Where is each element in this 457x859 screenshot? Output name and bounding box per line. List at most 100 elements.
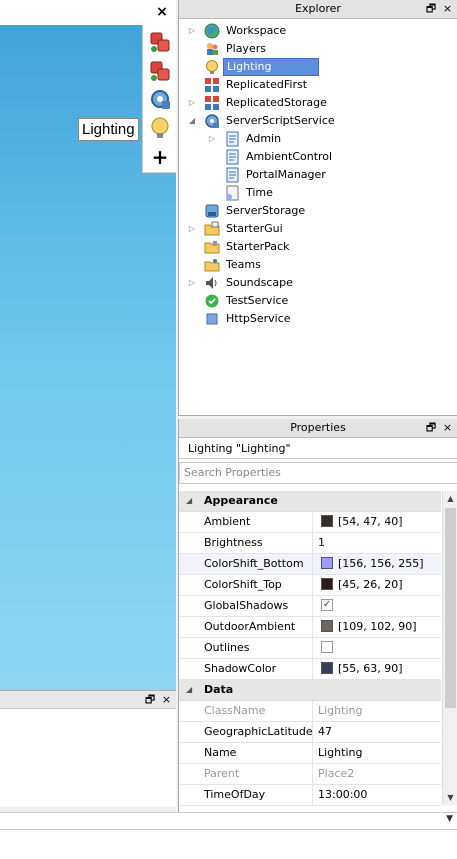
expand-arrow-icon[interactable]: ▷: [207, 130, 217, 148]
property-value[interactable]: [313, 638, 333, 658]
property-value[interactable]: [156, 156, 255]: [313, 554, 424, 574]
tree-item[interactable]: PortalManager: [179, 166, 457, 184]
property-value[interactable]: 1: [313, 533, 325, 553]
property-row[interactable]: Name Lighting: [179, 743, 441, 764]
property-value[interactable]: [55, 63, 90]: [313, 659, 403, 679]
property-row[interactable]: ColorShift_Top [45, 26, 20]: [179, 575, 441, 596]
viewport-close-button[interactable]: ×: [152, 2, 172, 22]
tree-item[interactable]: ▷ StarterGui: [179, 220, 457, 238]
close-icon[interactable]: ×: [441, 0, 454, 18]
tree-item[interactable]: ▷ ReplicatedStorage: [179, 94, 457, 112]
tree-item[interactable]: ▷ Admin: [179, 130, 457, 148]
expand-arrow-icon[interactable]: ▷: [187, 94, 197, 112]
color-swatch[interactable]: [321, 557, 333, 569]
property-value[interactable]: 13:00:00: [313, 785, 367, 805]
tree-item[interactable]: ▷ Workspace: [179, 22, 457, 40]
backpack-icon: [204, 239, 220, 255]
search-properties-input[interactable]: Search Properties: [179, 462, 457, 484]
collapse-arrow-icon[interactable]: ◢: [186, 491, 192, 511]
property-row[interactable]: Ambient [54, 47, 40]: [179, 512, 441, 533]
plus-icon[interactable]: +: [148, 145, 172, 169]
server-script-service-icon: [204, 113, 220, 129]
collapse-arrow-icon[interactable]: ◢: [186, 680, 192, 700]
property-value-text: [109, 102, 90]: [338, 620, 417, 633]
tree-item-label: PortalManager: [246, 168, 326, 181]
property-row[interactable]: ShadowColor [55, 63, 90]: [179, 659, 441, 680]
expand-arrow-icon[interactable]: ▷: [187, 274, 197, 292]
property-category[interactable]: ◢ Data: [179, 680, 441, 701]
float-icon[interactable]: 🗗: [425, 419, 438, 437]
scroll-thumb[interactable]: [445, 508, 456, 708]
property-value[interactable]: [45, 26, 20]: [313, 575, 403, 595]
property-value[interactable]: Lighting: [313, 743, 362, 763]
properties-scrollbar[interactable]: ▲ ▼: [442, 491, 457, 805]
lightbulb-icon[interactable]: [148, 116, 172, 140]
tree-item[interactable]: StarterPack: [179, 238, 457, 256]
property-row[interactable]: Outlines: [179, 638, 441, 659]
expand-arrow-icon[interactable]: ▷: [187, 220, 197, 238]
expand-arrow-icon[interactable]: ▷: [187, 22, 197, 40]
tree-item[interactable]: ▷ Soundscape: [179, 274, 457, 292]
property-name: GeographicLatitude: [179, 722, 313, 742]
color-swatch[interactable]: [321, 620, 333, 632]
chevron-down-icon[interactable]: ▼: [446, 814, 453, 824]
tree-item[interactable]: Players: [179, 40, 457, 58]
property-row[interactable]: GeographicLatitude 47: [179, 722, 441, 743]
property-value[interactable]: [109, 102, 90]: [313, 617, 417, 637]
tree-item-label: Lighting: [223, 58, 319, 76]
tree-item[interactable]: AmbientControl: [179, 148, 457, 166]
tree-item-label: Soundscape: [226, 276, 293, 289]
property-row[interactable]: OutdoorAmbient [109, 102, 90]: [179, 617, 441, 638]
tree-item-label: Teams: [226, 258, 261, 271]
color-swatch[interactable]: [321, 662, 333, 674]
status-area: [0, 830, 457, 859]
property-row[interactable]: ClassName Lighting: [179, 701, 441, 722]
tree-item-label: AmbientControl: [246, 150, 333, 163]
tree-item[interactable]: ◢ ServerScriptService: [179, 112, 457, 130]
property-value[interactable]: 47: [313, 722, 332, 742]
tree-item-label: Workspace: [226, 24, 287, 37]
server-storage-icon: [204, 203, 220, 219]
close-icon[interactable]: ×: [160, 691, 173, 709]
tooltip: Lighting: [78, 118, 139, 141]
scroll-up-icon[interactable]: ▲: [443, 491, 457, 506]
property-name: Brightness: [179, 533, 313, 553]
property-row[interactable]: Parent Place2: [179, 764, 441, 785]
blue-gear-icon[interactable]: [148, 87, 172, 111]
property-checkbox[interactable]: [321, 641, 333, 653]
property-checkbox[interactable]: ✓: [321, 599, 333, 611]
tree-item[interactable]: Teams: [179, 256, 457, 274]
tree-item[interactable]: Time: [179, 184, 457, 202]
http-icon: [204, 311, 220, 327]
command-bar[interactable]: ▼: [0, 812, 457, 830]
property-row[interactable]: GlobalShadows ✓: [179, 596, 441, 617]
color-swatch[interactable]: [321, 515, 333, 527]
tree-item[interactable]: Lighting: [179, 58, 457, 76]
replicated-icon: [204, 77, 220, 93]
tree-item[interactable]: HttpService: [179, 310, 457, 328]
red-blocks-icon[interactable]: [148, 30, 172, 54]
property-value[interactable]: ✓: [313, 596, 333, 616]
color-swatch[interactable]: [321, 578, 333, 590]
tree-item-label: Players: [226, 42, 266, 55]
tree-item[interactable]: ServerStorage: [179, 202, 457, 220]
property-row[interactable]: TimeOfDay 13:00:00: [179, 785, 441, 806]
close-icon[interactable]: ×: [441, 419, 454, 437]
property-value-text: 47: [318, 725, 332, 738]
speaker-icon: [204, 275, 220, 291]
tree-item-label: ServerStorage: [226, 204, 306, 217]
property-row[interactable]: ColorShift_Bottom [156, 156, 255]: [179, 554, 441, 575]
float-icon[interactable]: 🗗: [425, 0, 438, 18]
property-row[interactable]: Brightness 1: [179, 533, 441, 554]
tree-item[interactable]: ReplicatedFirst: [179, 76, 457, 94]
scroll-down-icon[interactable]: ▼: [443, 790, 457, 805]
float-icon[interactable]: 🗗: [144, 691, 157, 709]
collapse-arrow-icon[interactable]: ◢: [187, 112, 197, 130]
property-value[interactable]: [54, 47, 40]: [313, 512, 403, 532]
game-viewport[interactable]: × + Lighting: [0, 0, 176, 690]
property-category[interactable]: ◢ Appearance: [179, 491, 441, 512]
red-blocks-icon[interactable]: [148, 59, 172, 83]
tree-item[interactable]: TestService: [179, 292, 457, 310]
tree-item-label: StarterPack: [226, 240, 290, 253]
property-name: Parent: [179, 764, 313, 784]
